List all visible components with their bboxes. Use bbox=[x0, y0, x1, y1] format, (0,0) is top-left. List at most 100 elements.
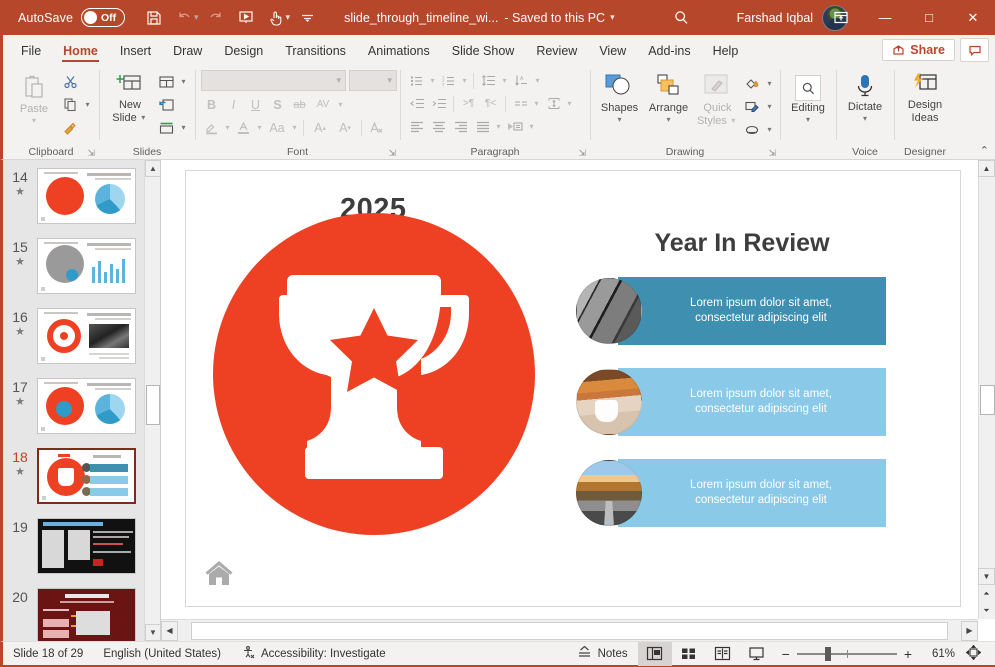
thumbnail-slide-20[interactable]: 20 bbox=[3, 588, 144, 641]
next-slide-button[interactable]: ⏷ bbox=[978, 602, 995, 619]
text-highlight-caret[interactable]: ▾ bbox=[223, 123, 232, 132]
align-center-icon[interactable] bbox=[428, 116, 449, 137]
editing-caret[interactable]: ▾ bbox=[804, 115, 813, 124]
copy-icon[interactable] bbox=[59, 94, 81, 115]
zoom-in-button[interactable]: + bbox=[904, 646, 912, 662]
convert-to-smartart-icon[interactable] bbox=[505, 116, 526, 137]
tab-help[interactable]: Help bbox=[702, 37, 750, 64]
ribbon-display-options-icon[interactable] bbox=[819, 0, 863, 35]
bold-button[interactable]: B bbox=[201, 94, 222, 115]
tab-slide-show[interactable]: Slide Show bbox=[441, 37, 526, 64]
justify-icon[interactable] bbox=[472, 116, 493, 137]
slide-heading[interactable]: Year In Review bbox=[582, 229, 902, 258]
maximize-button[interactable]: □ bbox=[907, 0, 951, 35]
close-button[interactable]: ✕ bbox=[951, 0, 995, 35]
right-to-left-icon[interactable]: ¶< bbox=[480, 93, 501, 114]
align-right-icon[interactable] bbox=[450, 116, 471, 137]
comment-icon[interactable] bbox=[960, 38, 989, 62]
font-color-icon[interactable] bbox=[233, 117, 254, 138]
strikethrough-button[interactable]: ab bbox=[289, 94, 310, 115]
clipboard-dialog-launcher[interactable]: ⇲ bbox=[87, 148, 95, 159]
new-slide-button[interactable]: New Slide ▾ bbox=[105, 68, 155, 124]
thumbnail-scroll-up-arrow[interactable]: ▲ bbox=[145, 160, 160, 177]
home-icon[interactable] bbox=[204, 559, 234, 592]
zoom-slider-handle[interactable] bbox=[824, 646, 831, 661]
reset-slide-icon[interactable] bbox=[155, 94, 177, 115]
canvas-vertical-scrollbar[interactable]: ▲ ▼ ⏶ ⏷ bbox=[978, 160, 995, 619]
normal-view-icon[interactable] bbox=[637, 641, 672, 666]
slide-sorter-icon[interactable] bbox=[672, 642, 706, 666]
editing-button[interactable]: Editing ▾ bbox=[786, 68, 830, 124]
canvas-scroll-thumb[interactable] bbox=[980, 385, 995, 415]
tab-draw[interactable]: Draw bbox=[162, 37, 213, 64]
font-size-input[interactable]: ▾ bbox=[349, 70, 397, 91]
thumbnail-slide-15[interactable]: 15 ★ bbox=[3, 238, 144, 294]
minimize-button[interactable]: — bbox=[863, 0, 907, 35]
left-to-right-icon[interactable]: >¶ bbox=[458, 93, 479, 114]
thumbnail-slide-18[interactable]: 18 ★ bbox=[3, 448, 144, 504]
clear-formatting-icon[interactable] bbox=[366, 117, 387, 138]
increase-indent-icon[interactable] bbox=[428, 93, 449, 114]
tab-design[interactable]: Design bbox=[213, 37, 274, 64]
customize-quick-access-icon[interactable] bbox=[292, 4, 322, 32]
touch-mode-caret[interactable]: ▾ bbox=[286, 12, 291, 23]
thumbnail-slide-16[interactable]: 16 ★ bbox=[3, 308, 144, 364]
arrange-button[interactable]: Arrange ▾ bbox=[643, 68, 694, 124]
decrease-font-size-button[interactable]: A ▾ bbox=[333, 117, 357, 138]
new-slide-dropdown-caret[interactable]: ▾ bbox=[139, 112, 148, 124]
change-case-button[interactable]: Aa bbox=[265, 117, 289, 138]
italic-button[interactable]: I bbox=[223, 94, 244, 115]
columns-icon[interactable] bbox=[510, 93, 531, 114]
increase-font-size-button[interactable]: A ▴ bbox=[308, 117, 332, 138]
quick-styles-caret[interactable]: ▾ bbox=[729, 115, 738, 127]
line-spacing-icon[interactable] bbox=[478, 70, 499, 91]
slide-layout-icon[interactable] bbox=[155, 71, 177, 92]
zoom-slider[interactable] bbox=[796, 646, 897, 661]
quick-styles-button[interactable]: Quick Styles ▾ bbox=[694, 68, 741, 127]
text-direction-caret[interactable]: ▾ bbox=[533, 76, 542, 85]
thumbnail-scroll-down-arrow[interactable]: ▼ bbox=[145, 624, 160, 641]
thumbnail-slide-14[interactable]: 14 ★ bbox=[3, 168, 144, 224]
numbering-icon[interactable]: 1 2 3 bbox=[438, 70, 459, 91]
text-direction-icon[interactable]: A bbox=[511, 70, 532, 91]
drawing-dialog-launcher[interactable]: ⇲ bbox=[768, 148, 776, 159]
tab-review[interactable]: Review bbox=[525, 37, 588, 64]
change-case-caret[interactable]: ▾ bbox=[290, 123, 299, 132]
review-row-1[interactable]: Lorem ipsum dolor sit amet, consectetur … bbox=[576, 277, 886, 345]
copy-dropdown-caret[interactable]: ▾ bbox=[83, 100, 92, 109]
design-ideas-button[interactable]: Design Ideas bbox=[900, 68, 950, 124]
user-name[interactable]: Farshad Iqbal bbox=[737, 11, 813, 25]
slide-counter[interactable]: Slide 18 of 29 bbox=[3, 642, 93, 666]
review-row-1-bar[interactable]: Lorem ipsum dolor sit amet, consectetur … bbox=[602, 277, 886, 345]
bullets-caret[interactable]: ▾ bbox=[428, 76, 437, 85]
character-spacing-button[interactable]: AV bbox=[311, 94, 335, 115]
thumbnail-scroll-thumb[interactable] bbox=[146, 385, 160, 425]
save-icon[interactable] bbox=[139, 4, 169, 32]
smartart-caret[interactable]: ▾ bbox=[527, 122, 536, 131]
align-text-icon[interactable] bbox=[543, 93, 564, 114]
zoom-out-button[interactable]: − bbox=[782, 646, 790, 662]
underline-button[interactable]: U bbox=[245, 94, 266, 115]
canvas-horizontal-scrollbar[interactable]: ◀ ▶ bbox=[161, 619, 978, 641]
arrange-caret[interactable]: ▾ bbox=[664, 115, 673, 124]
thumbnail-slide-19[interactable]: 19 bbox=[3, 518, 144, 574]
city-windows-photo[interactable] bbox=[576, 278, 642, 344]
justify-caret[interactable]: ▾ bbox=[494, 122, 503, 131]
collapse-ribbon-icon[interactable]: ⌃ bbox=[980, 144, 989, 157]
coffee-cup-photo[interactable] bbox=[576, 369, 642, 435]
dictate-button[interactable]: Dictate ▾ bbox=[842, 68, 888, 123]
bullets-icon[interactable] bbox=[406, 70, 427, 91]
font-color-caret[interactable]: ▾ bbox=[255, 123, 264, 132]
tab-file[interactable]: File bbox=[10, 37, 52, 64]
previous-slide-button[interactable]: ⏶ bbox=[978, 585, 995, 602]
section-icon[interactable] bbox=[155, 117, 177, 138]
font-dialog-launcher[interactable]: ⇲ bbox=[388, 148, 396, 159]
canvas-hscroll-thumb[interactable] bbox=[191, 621, 948, 640]
font-name-input[interactable]: ▾ bbox=[201, 70, 346, 91]
slide-canvas[interactable]: 2025 Year In Review Lorem ipsum dolor si… bbox=[185, 170, 961, 607]
decrease-indent-icon[interactable] bbox=[406, 93, 427, 114]
tab-home[interactable]: Home bbox=[52, 37, 109, 64]
text-shadow-button[interactable]: S bbox=[267, 94, 288, 115]
review-row-2[interactable]: Lorem ipsum dolor sit amet, consectetur … bbox=[576, 368, 886, 436]
shapes-caret[interactable]: ▾ bbox=[615, 115, 624, 124]
